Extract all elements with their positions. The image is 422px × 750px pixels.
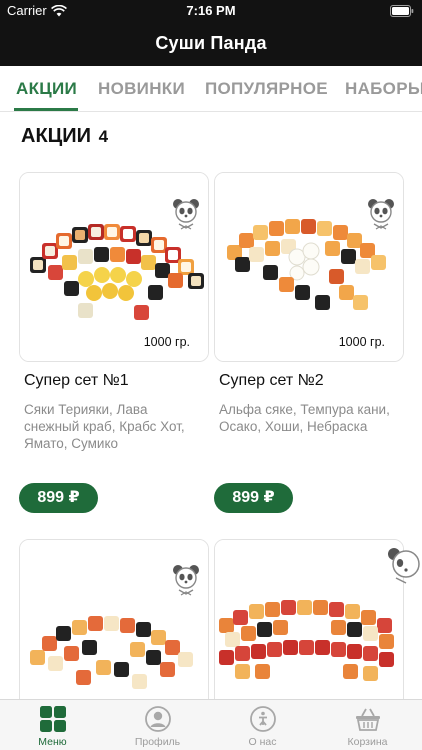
tabbar-label: Корзина [347,736,388,748]
panda-logo-icon [173,199,199,230]
profile-icon [145,706,171,732]
product-description: Сяки Терияки, Лава снежный краб, Крабс Х… [24,402,185,451]
panda-logo-icon [388,548,420,584]
tab-new[interactable]: НОВИНКИ [98,79,185,99]
status-bar: Carrier 7:16 PM [0,0,422,22]
product-name[interactable]: Супер сет №2 [219,372,324,390]
section-title: АКЦИИ [21,125,92,147]
status-time: 7:16 PM [186,3,236,18]
product-weight: 1000 гр. [141,335,192,349]
tab-popular[interactable]: ПОПУЛЯРНОЕ [205,79,328,99]
tabbar-item-profile[interactable]: Профиль [105,700,210,750]
app-header: Carrier 7:16 PM Суши Панда [0,0,422,66]
product-weight: 1000 гр. [336,335,387,349]
tab-sets[interactable]: НАБОРЫ [345,79,422,99]
price-button[interactable]: 899 ₽ [19,483,98,513]
app-title: Суши Панда [155,33,267,53]
basket-icon [356,708,380,731]
product-card[interactable] [214,539,404,719]
product-name[interactable]: Супер сет №1 [24,372,129,390]
tab-promotions[interactable]: АКЦИИ [16,79,77,99]
bottom-tab-bar: Меню Профиль О нас Корзина [0,699,422,750]
product-description: Альфа сяке, Темпура кани, Осако, Хоши, Н… [219,402,390,434]
tabbar-item-about[interactable]: О нас [210,700,315,750]
section-count: 4 [98,127,109,146]
battery-icon [390,5,414,17]
tabbar-item-menu[interactable]: Меню [0,700,105,750]
panda-logo-icon [368,199,394,230]
tabbar-label: Профиль [134,736,181,748]
active-tab-indicator [14,108,78,111]
product-image-set-4 [215,540,403,718]
tabbar-label: Меню [38,736,67,748]
section-heading: АКЦИИ 4 [21,125,108,148]
info-icon [250,706,276,732]
price-button[interactable]: 899 ₽ [214,483,293,513]
tabbar-item-cart[interactable]: Корзина [315,700,420,750]
grid-icon [40,706,66,732]
category-tabs: АКЦИИ НОВИНКИ ПОПУЛЯРНОЕ НАБОРЫ [0,66,422,112]
tabbar-label: О нас [248,736,277,748]
panda-logo-icon [173,565,199,596]
